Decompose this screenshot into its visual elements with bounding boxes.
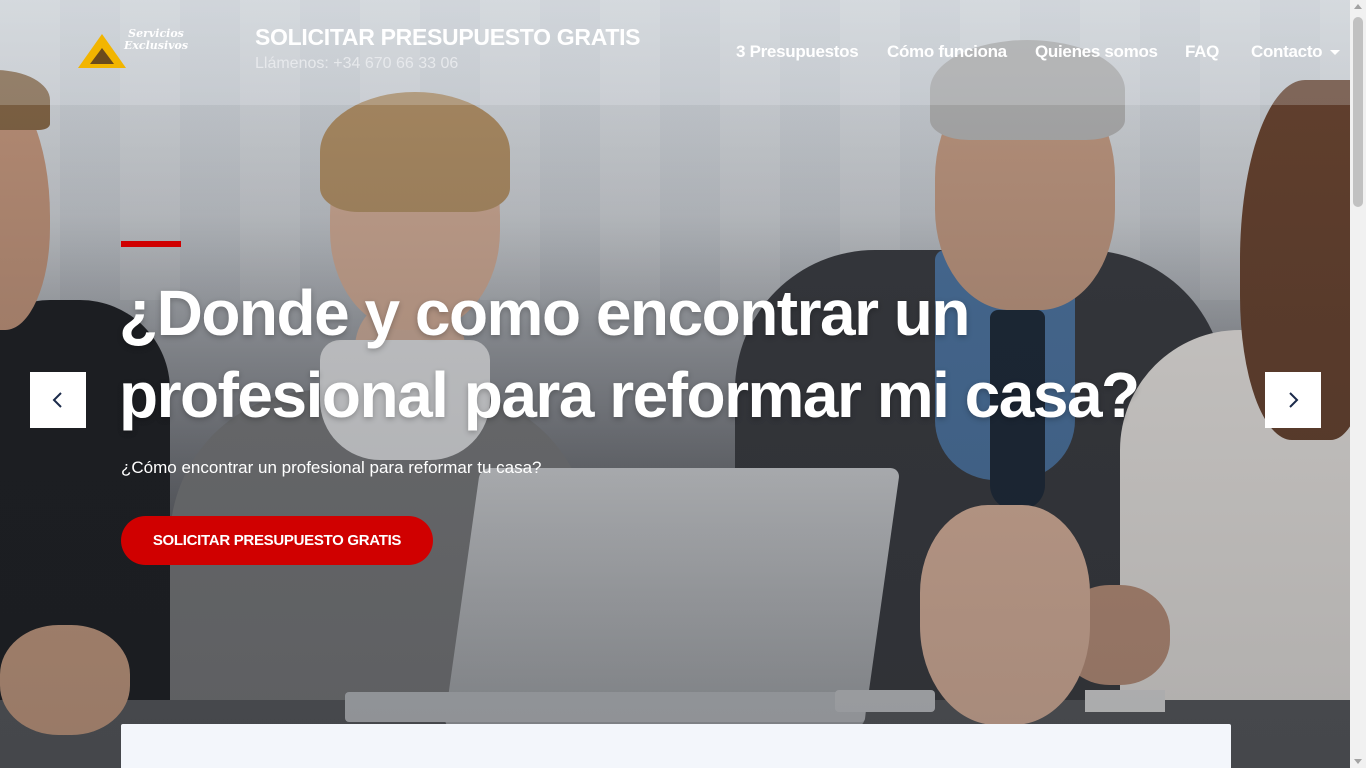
scroll-down-arrow-icon[interactable] — [1354, 759, 1362, 764]
logo-eagle-icon — [90, 48, 114, 64]
hero-title: ¿Donde y como encontrar un profesional p… — [119, 272, 1219, 436]
top-navbar: Servicios Exclusivos SOLICITAR PRESUPUES… — [0, 0, 1350, 105]
nav-item-3-presupuestos[interactable]: 3 Presupuestos — [736, 42, 859, 62]
carousel-prev-button[interactable] — [30, 372, 86, 428]
request-quote-button[interactable]: SOLICITAR PRESUPUESTO GRATIS — [121, 516, 433, 565]
nav-item-quienes-somos[interactable]: Quienes somos — [1035, 42, 1158, 62]
title-accent-bar — [121, 241, 181, 247]
carousel-next-button[interactable] — [1265, 372, 1321, 428]
site-logo[interactable]: Servicios Exclusivos — [78, 28, 188, 74]
brand-title[interactable]: SOLICITAR PRESUPUESTO GRATIS — [255, 24, 641, 51]
hero-title-line1: ¿Donde y como encontrar un — [119, 277, 970, 349]
page-scrollbar[interactable] — [1350, 0, 1366, 768]
content-panel-top — [121, 724, 1231, 768]
hero-title-line2: profesional para reformar mi casa? — [119, 359, 1140, 431]
nav-item-como-funciona[interactable]: Cómo funciona — [887, 42, 1007, 62]
nav-item-contacto-label: Contacto — [1251, 42, 1323, 61]
nav-item-faq[interactable]: FAQ — [1185, 42, 1219, 62]
hero-background-photo: Servicios Exclusivos SOLICITAR PRESUPUES… — [0, 0, 1350, 768]
logo-text-line2: Exclusivos — [123, 39, 189, 52]
chevron-left-icon — [52, 392, 62, 408]
logo-text: Servicios Exclusivos — [122, 28, 190, 52]
scrollbar-thumb[interactable] — [1353, 17, 1363, 207]
scroll-up-arrow-icon[interactable] — [1354, 4, 1362, 9]
caret-down-icon — [1330, 50, 1341, 56]
brand-phone: Llámenos: +34 670 66 33 06 — [255, 55, 459, 72]
chevron-right-icon — [1289, 392, 1299, 408]
hero-subtitle: ¿Cómo encontrar un profesional para refo… — [121, 458, 542, 477]
nav-item-contacto[interactable]: Contacto — [1251, 42, 1341, 62]
